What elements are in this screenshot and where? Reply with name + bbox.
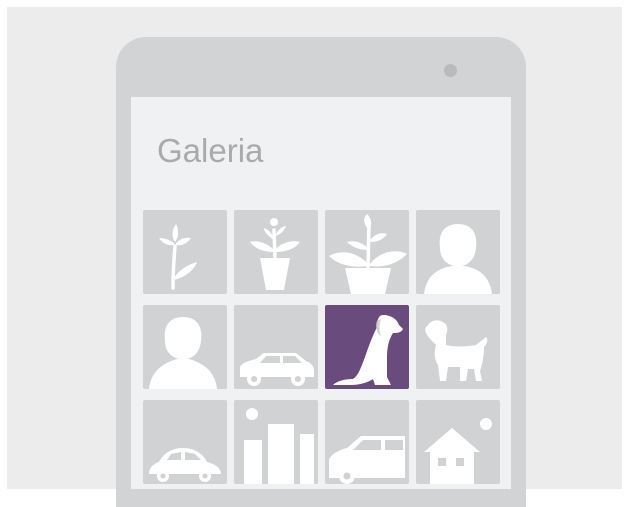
gallery-tile-potted-plant[interactable] xyxy=(234,210,318,294)
car-icon xyxy=(329,436,405,484)
gallery-tile-buildings[interactable] xyxy=(234,400,318,484)
dog-standing-icon xyxy=(425,320,488,381)
flower-icon xyxy=(159,224,197,290)
dog-sitting-icon xyxy=(333,315,403,385)
gallery-tile-beetle-car[interactable] xyxy=(143,400,227,484)
gallery-tile-portrait-1[interactable] xyxy=(416,210,500,294)
gallery-tile-potted-plant-large[interactable] xyxy=(325,210,409,294)
gallery-tile-flower[interactable] xyxy=(143,210,227,294)
person-portrait-icon xyxy=(424,224,492,294)
gallery-tile-car[interactable] xyxy=(234,305,318,389)
potted-plant-icon xyxy=(250,218,300,290)
buildings-icon xyxy=(244,408,314,484)
person-portrait-icon xyxy=(149,317,217,389)
gallery-tile-portrait-2[interactable] xyxy=(143,305,227,389)
house-icon xyxy=(424,418,492,484)
gallery-tile-dog-standing[interactable] xyxy=(416,305,500,389)
gallery-tile-car-2[interactable] xyxy=(325,400,409,484)
beetle-car-icon xyxy=(149,448,221,482)
camera-icon xyxy=(444,64,457,77)
car-icon xyxy=(240,353,314,386)
gallery-tile-house[interactable] xyxy=(416,400,500,484)
gallery-tile-dog-sitting[interactable] xyxy=(325,305,409,389)
page-title: Galeria xyxy=(157,132,264,169)
potted-plant-large-icon xyxy=(329,214,407,294)
